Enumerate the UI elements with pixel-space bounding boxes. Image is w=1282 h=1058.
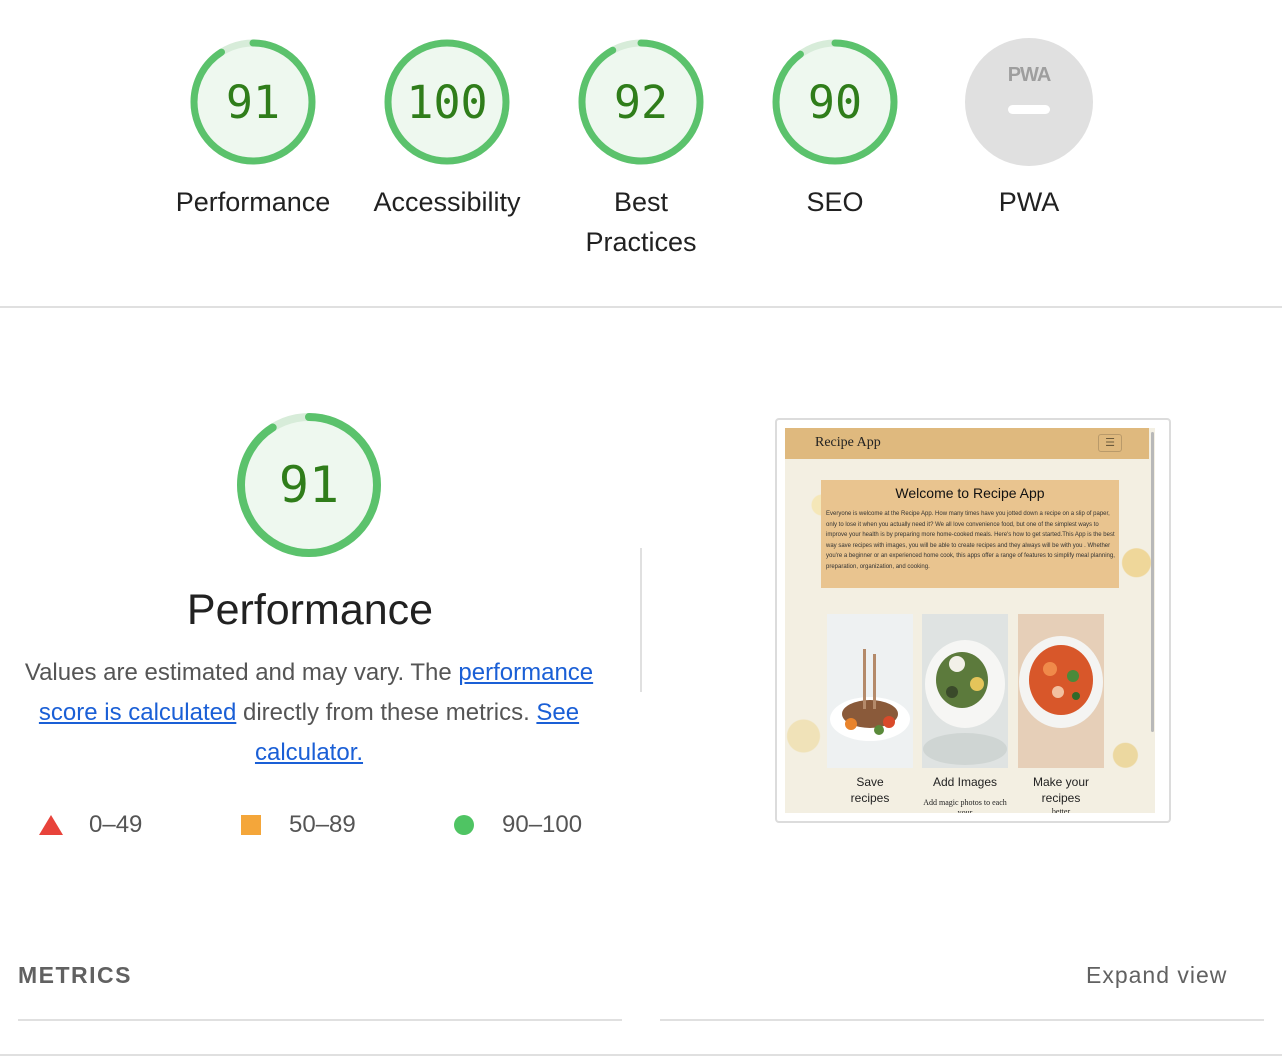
gauge-best-practices: 92 <box>578 39 704 165</box>
category-gauge-best-practices[interactable]: 92 Best Practices <box>541 36 741 262</box>
gauge-label-line: Practices <box>585 227 697 257</box>
performance-description: Values are estimated and may vary. The p… <box>16 653 602 773</box>
card-subtext: better <box>1051 807 1071 813</box>
gauge-label: PWA <box>998 187 1060 217</box>
gauge-score: 91 <box>226 76 280 129</box>
pwa-logo-text: PWA <box>1008 64 1051 86</box>
metrics-heading: METRICS <box>18 962 132 988</box>
food-photo-soup <box>1018 614 1104 768</box>
category-gauge-accessibility[interactable]: 100 Accessibility <box>347 36 547 222</box>
bottom-divider <box>0 1054 1282 1056</box>
metrics-divider-right <box>660 1019 1264 1021</box>
gauge-seo: 90 <box>772 39 898 165</box>
app-hero-title: Welcome to Recipe App <box>895 485 1045 501</box>
gauge-score: 90 <box>808 76 862 129</box>
section-divider <box>0 306 1282 308</box>
gauge-label: Best Practices <box>541 182 741 262</box>
gauge-performance: 91 <box>190 39 316 165</box>
vertical-divider <box>640 548 642 692</box>
scrollbar <box>1151 432 1154 732</box>
gauge-accessibility: 100 <box>384 39 510 165</box>
gauge-score: 92 <box>614 76 668 129</box>
performance-score: 91 <box>279 456 339 514</box>
gauge-label: Performance <box>175 187 331 217</box>
gauge-label: Accessibility <box>373 187 521 217</box>
gauge-label-line: Best <box>613 187 669 217</box>
card-caption: Add Images <box>932 775 998 789</box>
description-text: directly from these metrics. <box>236 699 537 726</box>
gauge-score: 100 <box>406 76 487 129</box>
app-hero-text: Everyone is welcome at the Recipe App. H… <box>826 511 1115 570</box>
metrics-divider-left <box>18 1019 622 1021</box>
card-subtext: Add magic photos to each your <box>923 798 1007 813</box>
card-caption-line: Make your <box>1032 775 1090 789</box>
triangle-fail-icon <box>39 815 63 835</box>
app-brand: Recipe App <box>815 435 881 450</box>
performance-gauge: 91 <box>234 410 384 565</box>
description-text: Values are estimated and may vary. The <box>24 659 459 686</box>
app-hero: Welcome to Recipe App Everyone is welcom… <box>821 480 1119 588</box>
category-gauge-pwa[interactable]: PWA PWA <box>929 36 1129 222</box>
legend-range-fail: 0–49 <box>89 811 143 838</box>
gauge-label: SEO <box>806 187 864 217</box>
app-navbar: Recipe App ☰ <box>785 428 1149 459</box>
pwa-badge-icon: PWA <box>965 38 1093 166</box>
hamburger-icon: ☰ <box>1098 434 1122 452</box>
screenshot-page: Recipe App ☰ Welcome to Recipe App Every… <box>785 428 1155 813</box>
card-caption-line: Save <box>856 775 884 789</box>
performance-title: Performance <box>186 586 434 634</box>
category-gauge-performance[interactable]: 91 Performance <box>153 36 353 222</box>
expand-view-toggle[interactable]: Expand view <box>1086 962 1227 989</box>
card-caption-line: recipes <box>850 791 890 805</box>
card-caption: Save recipes <box>827 774 913 806</box>
final-screenshot[interactable]: Recipe App ☰ Welcome to Recipe App Every… <box>775 418 1171 823</box>
square-average-icon <box>241 815 261 835</box>
circle-pass-icon <box>454 815 474 835</box>
not-applicable-dash-icon <box>1008 105 1050 114</box>
legend-range-average: 50–89 <box>289 811 356 838</box>
legend-range-pass: 90–100 <box>502 811 583 838</box>
card-caption: Make your recipes <box>1018 774 1104 806</box>
food-photo-salad <box>922 614 1008 768</box>
food-photo-lamb <box>827 614 913 768</box>
card-caption-line: recipes <box>1041 791 1081 805</box>
category-gauge-seo[interactable]: 90 SEO <box>735 36 935 222</box>
